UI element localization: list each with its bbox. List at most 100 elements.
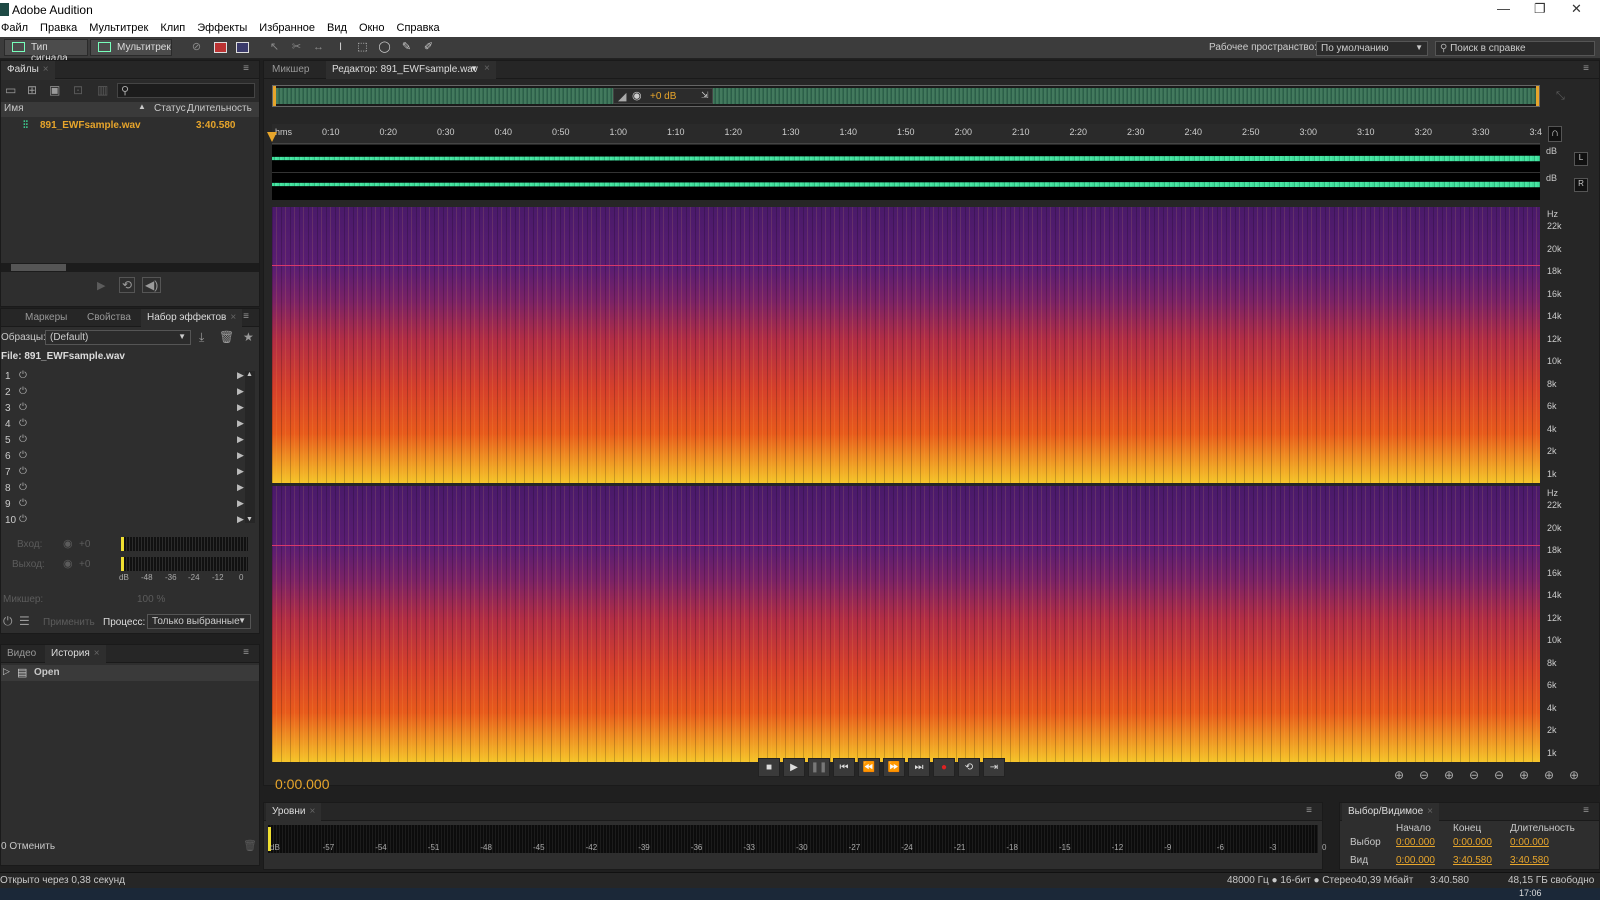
presets-dropdown[interactable]: (Default) ▼ xyxy=(45,330,191,345)
apply-button[interactable]: Применить xyxy=(43,617,95,628)
waveform-view-button[interactable]: Тип сигнала xyxy=(4,39,88,64)
delete-icon[interactable]: ▥ xyxy=(97,83,108,97)
favorite-icon[interactable]: ★ xyxy=(243,330,254,344)
zoom-out-amplitude-icon[interactable]: ⊖ xyxy=(1419,768,1429,782)
power-icon[interactable]: ⏻ xyxy=(19,434,27,445)
spectral-display-icon[interactable] xyxy=(236,42,249,53)
menu-multitrack[interactable]: Мультитрек xyxy=(88,20,155,37)
power-icon[interactable]: ⏻ xyxy=(19,514,27,525)
selection-duration[interactable]: 0:00.000 xyxy=(1510,837,1549,848)
slot-arrow-icon[interactable]: ▶ xyxy=(237,498,244,509)
tab-properties[interactable]: Свойства xyxy=(81,309,137,327)
panel-menu-icon[interactable]: ≡ xyxy=(1583,805,1589,816)
output-knob-icon[interactable]: ◉ xyxy=(63,557,73,570)
close-icon[interactable]: × xyxy=(484,63,490,74)
panel-menu-icon[interactable]: ≡ xyxy=(243,647,249,658)
slot-arrow-icon[interactable]: ▶ xyxy=(237,466,244,477)
tab-selection-view[interactable]: Выбор/Видимое × xyxy=(1342,803,1440,821)
close-icon[interactable]: × xyxy=(43,64,49,75)
pin-icon[interactable]: ⇲ xyxy=(701,90,709,101)
trash-icon[interactable]: 🗑 xyxy=(243,839,257,852)
view-start[interactable]: 0:00.000 xyxy=(1396,855,1435,866)
save-preset-icon[interactable]: ⤓ xyxy=(199,330,204,345)
selection-start[interactable]: 0:00.000 xyxy=(1396,837,1435,848)
scroll-down-icon[interactable]: ▼ xyxy=(246,516,253,523)
go-to-start-button[interactable]: ⏮ xyxy=(833,758,855,777)
play-button[interactable]: ▶ xyxy=(783,758,805,777)
spectral-frequency-icon[interactable]: ⊘ xyxy=(190,41,203,54)
effect-slot[interactable]: 8 ⏻ ▶ xyxy=(1,481,257,497)
loop-icon[interactable]: ⟲ xyxy=(119,277,136,293)
effect-slot[interactable]: 2 ⏻ ▶ xyxy=(1,385,257,401)
maximize-icon[interactable]: ❐ xyxy=(1534,1,1546,17)
input-knob-icon[interactable]: ◉ xyxy=(63,537,73,550)
file-row[interactable]: ⫶⫶ 891_EWFsample.wav 3:40.580 xyxy=(1,119,259,134)
channel-r-toggle[interactable]: R xyxy=(1574,178,1588,192)
slot-arrow-icon[interactable]: ▶ xyxy=(237,402,244,413)
menu-view[interactable]: Вид xyxy=(326,20,354,37)
chevron-down-icon[interactable]: ▼ xyxy=(470,64,478,73)
list-icon[interactable]: ☰ xyxy=(19,614,30,628)
menu-effects[interactable]: Эффекты xyxy=(196,20,254,37)
effect-slot[interactable]: 1 ⏻ ▶ xyxy=(1,369,257,385)
play-icon[interactable]: ▶ xyxy=(97,279,105,292)
close-icon[interactable]: × xyxy=(309,806,315,817)
tab-editor[interactable]: Редактор: 891_EWFsample.wav ▼ × xyxy=(326,61,496,79)
zoom-out-time-icon[interactable]: ⊖ xyxy=(1469,768,1479,782)
spot-healing-tool-icon[interactable]: ✐ xyxy=(422,41,435,54)
panel-menu-icon[interactable]: ≡ xyxy=(243,63,249,74)
panel-menu-icon[interactable]: ≡ xyxy=(1583,63,1589,74)
overview-bar[interactable]: ◢ ◉ +0 dB ⇲ xyxy=(272,85,1540,107)
lasso-tool-icon[interactable]: ◯ xyxy=(378,41,391,54)
channel-l-toggle[interactable]: L xyxy=(1574,152,1588,166)
import-icon[interactable]: ⊞ xyxy=(27,83,37,97)
selection-end[interactable]: 0:00.000 xyxy=(1453,837,1492,848)
view-end[interactable]: 3:40.580 xyxy=(1453,855,1492,866)
effect-slot[interactable]: 3 ⏻ ▶ xyxy=(1,401,257,417)
stop-button[interactable]: ■ xyxy=(758,758,780,777)
slot-arrow-icon[interactable]: ▶ xyxy=(237,434,244,445)
pause-button[interactable]: ❚❚ xyxy=(808,758,830,777)
skip-selection-button[interactable]: ⇥ xyxy=(983,758,1005,777)
zoom-out-full-icon[interactable]: ⊖ xyxy=(1494,768,1504,782)
effect-slot[interactable]: 5 ⏻ ▶ xyxy=(1,433,257,449)
headphone-icon[interactable]: ∩ xyxy=(1548,126,1562,142)
power-icon[interactable]: ⏻ xyxy=(19,466,27,477)
zoom-in-point-icon[interactable]: ⊕ xyxy=(1519,768,1529,782)
spectrogram-r[interactable] xyxy=(272,486,1540,762)
zoom-all-icon[interactable]: ⊕ xyxy=(1569,768,1579,782)
column-name[interactable]: Имя xyxy=(4,103,23,114)
autoplay-icon[interactable]: ◀) xyxy=(142,277,162,293)
panel-menu-icon[interactable]: ≡ xyxy=(1306,805,1312,816)
hud[interactable]: ◢ ◉ +0 dB ⇲ xyxy=(613,88,713,104)
new-file-icon[interactable]: ▣ xyxy=(49,83,60,97)
menu-file[interactable]: Файл xyxy=(0,20,35,37)
multitrack-view-button[interactable]: Мультитрек xyxy=(90,39,172,56)
help-search-input[interactable]: ⚲ Поиск в справке xyxy=(1435,41,1595,56)
power-icon[interactable]: ⏻ xyxy=(19,370,27,381)
tab-effects-rack[interactable]: Набор эффектов × xyxy=(141,309,243,327)
slot-arrow-icon[interactable]: ▶ xyxy=(237,386,244,397)
slot-arrow-icon[interactable]: ▶ xyxy=(237,514,244,525)
workspace-dropdown[interactable]: По умолчанию ▼ xyxy=(1316,41,1428,56)
menu-window[interactable]: Окно xyxy=(358,20,392,37)
slot-arrow-icon[interactable]: ▶ xyxy=(237,418,244,429)
view-duration[interactable]: 3:40.580 xyxy=(1510,855,1549,866)
overview-right-handle[interactable] xyxy=(1536,86,1539,106)
menu-favorites[interactable]: Избранное xyxy=(258,20,322,37)
tab-levels[interactable]: Уровни × xyxy=(266,803,322,821)
scroll-up-icon[interactable]: ▲ xyxy=(246,371,253,378)
rewind-button[interactable]: ⏪ xyxy=(858,758,880,777)
effect-slot[interactable]: 10 ⏻ ▶ xyxy=(1,513,257,529)
close-icon[interactable]: × xyxy=(94,648,100,659)
time-selection-tool-icon[interactable]: I xyxy=(334,41,347,54)
zoom-in-time-icon[interactable]: ⊕ xyxy=(1444,768,1454,782)
effect-slot[interactable]: 7 ⏻ ▶ xyxy=(1,465,257,481)
record-button[interactable]: ● xyxy=(933,758,955,777)
power-icon[interactable]: ⏻ xyxy=(19,418,27,429)
menu-help[interactable]: Справка xyxy=(396,20,447,37)
menu-edit[interactable]: Правка xyxy=(39,20,84,37)
open-file-icon[interactable]: ▭ xyxy=(5,83,16,97)
power-icon[interactable]: ⏻ xyxy=(19,498,27,509)
effects-scrollbar[interactable]: ▲ ▼ xyxy=(245,371,255,523)
